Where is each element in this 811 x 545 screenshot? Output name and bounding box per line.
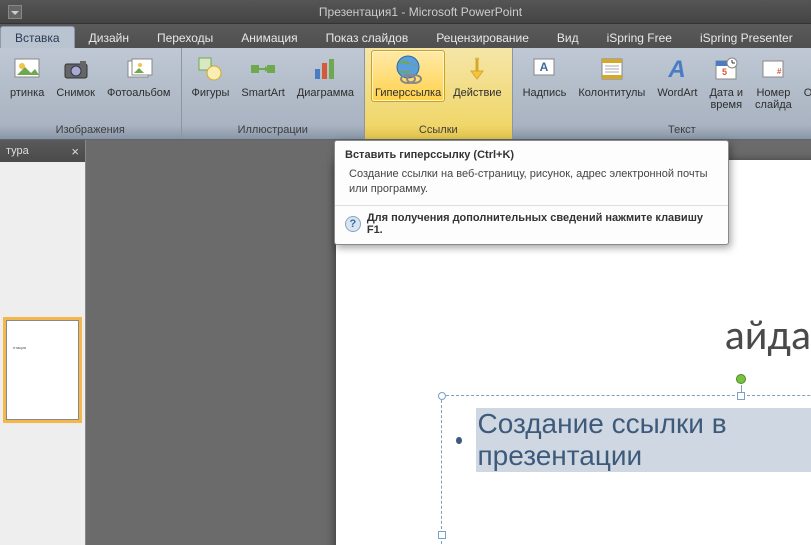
tab-insert[interactable]: Вставка xyxy=(0,26,75,48)
headerfooter-icon xyxy=(596,53,628,85)
qat-dropdown-icon[interactable] xyxy=(8,5,22,19)
tooltip-footer: ? Для получения дополнительных сведений … xyxy=(335,205,728,244)
shapes-button[interactable]: Фигуры xyxy=(188,50,234,102)
title-bar: Презентация1 - Microsoft PowerPoint xyxy=(0,0,811,24)
datetime-icon: 5 xyxy=(710,53,742,85)
tab-ispring-free[interactable]: iSpring Free xyxy=(593,27,686,48)
wordart-icon: A xyxy=(661,53,693,85)
object-button[interactable]: Объект xyxy=(800,50,811,102)
tab-review[interactable]: Рецензирование xyxy=(422,27,543,48)
screenshot-button[interactable]: Снимок xyxy=(52,50,99,102)
outline-pane-title: тура xyxy=(6,145,29,157)
tab-design[interactable]: Дизайн xyxy=(75,27,143,48)
ribbon-tabstrip: Вставка Дизайн Переходы Анимация Показ с… xyxy=(0,24,811,48)
tooltip-title: Вставить гиперссылку (Ctrl+K) xyxy=(335,141,728,165)
svg-text:#: # xyxy=(777,67,782,76)
picture-icon xyxy=(11,53,43,85)
group-links-label: Ссылки xyxy=(371,122,506,139)
object-icon xyxy=(806,53,811,85)
svg-text:A: A xyxy=(540,60,549,74)
group-illustrations: Фигуры SmartArt Диаграмма Иллюстрации xyxy=(182,48,366,139)
svg-text:5: 5 xyxy=(722,67,727,77)
bullet-icon xyxy=(456,437,462,444)
group-text-label: Текст xyxy=(519,122,811,139)
picture-button[interactable]: ртинка xyxy=(6,50,48,102)
hyperlink-button[interactable]: Гиперссылка xyxy=(371,50,445,102)
hyperlink-tooltip: Вставить гиперссылку (Ctrl+K) Создание с… xyxy=(334,140,729,245)
smartart-button[interactable]: SmartArt xyxy=(237,50,288,102)
globe-link-icon xyxy=(392,53,424,85)
group-images-label: Изображения xyxy=(6,122,175,139)
camera-icon xyxy=(60,53,92,85)
shapes-icon xyxy=(194,53,226,85)
chart-icon xyxy=(309,53,341,85)
datetime-button[interactable]: 5 Дата и время xyxy=(705,50,747,114)
help-icon: ? xyxy=(345,216,361,232)
tab-ispring-extra[interactable]: iSp xyxy=(807,27,811,48)
photoalbum-icon xyxy=(123,53,155,85)
tab-slideshow[interactable]: Показ слайдов xyxy=(312,27,423,48)
wordart-button[interactable]: A WordArt xyxy=(653,50,701,102)
group-text: A Надпись Колонтитулы A WordArt 5 Дата и… xyxy=(513,48,811,139)
slide-thumbnail[interactable]: нтации xyxy=(6,320,79,420)
svg-text:A: A xyxy=(668,56,686,83)
slide-title-text[interactable]: айда xyxy=(725,310,811,361)
smartart-icon xyxy=(247,53,279,85)
app-title: Презентация1 - Microsoft PowerPoint xyxy=(30,5,811,19)
outline-pane-header: тура × xyxy=(0,140,85,162)
chart-button[interactable]: Диаграмма xyxy=(293,50,358,102)
slidenumber-button[interactable]: # Номер слайда xyxy=(751,50,796,114)
action-icon xyxy=(461,53,493,85)
resize-handle[interactable] xyxy=(737,392,745,400)
textbox-icon: A xyxy=(528,53,560,85)
bullet-item[interactable]: Создание ссылки в презентации xyxy=(456,408,811,472)
close-icon[interactable]: × xyxy=(71,144,79,159)
outline-pane[interactable]: тура × нтации xyxy=(0,140,86,545)
photoalbum-button[interactable]: Фотоальбом xyxy=(103,50,175,102)
tab-ispring-presenter[interactable]: iSpring Presenter xyxy=(686,27,807,48)
resize-handle[interactable] xyxy=(438,392,446,400)
ribbon: ртинка Снимок Фотоальбом Изображения Фиг… xyxy=(0,48,811,140)
group-illustrations-label: Иллюстрации xyxy=(188,122,359,139)
tab-animation[interactable]: Анимация xyxy=(227,27,311,48)
tab-transitions[interactable]: Переходы xyxy=(143,27,227,48)
group-images: ртинка Снимок Фотоальбом Изображения xyxy=(0,48,182,139)
bullet-text[interactable]: Создание ссылки в презентации xyxy=(476,408,811,472)
headerfooter-button[interactable]: Колонтитулы xyxy=(574,50,649,102)
textbox-button[interactable]: A Надпись xyxy=(519,50,571,102)
rotate-handle-icon[interactable] xyxy=(736,374,746,384)
action-button[interactable]: Действие xyxy=(449,50,505,102)
tab-view[interactable]: Вид xyxy=(543,27,593,48)
slidenumber-icon: # xyxy=(757,53,789,85)
group-links: Гиперссылка Действие Ссылки xyxy=(365,48,513,139)
resize-handle[interactable] xyxy=(438,531,446,539)
tooltip-body: Создание ссылки на веб-страницу, рисунок… xyxy=(335,165,728,205)
